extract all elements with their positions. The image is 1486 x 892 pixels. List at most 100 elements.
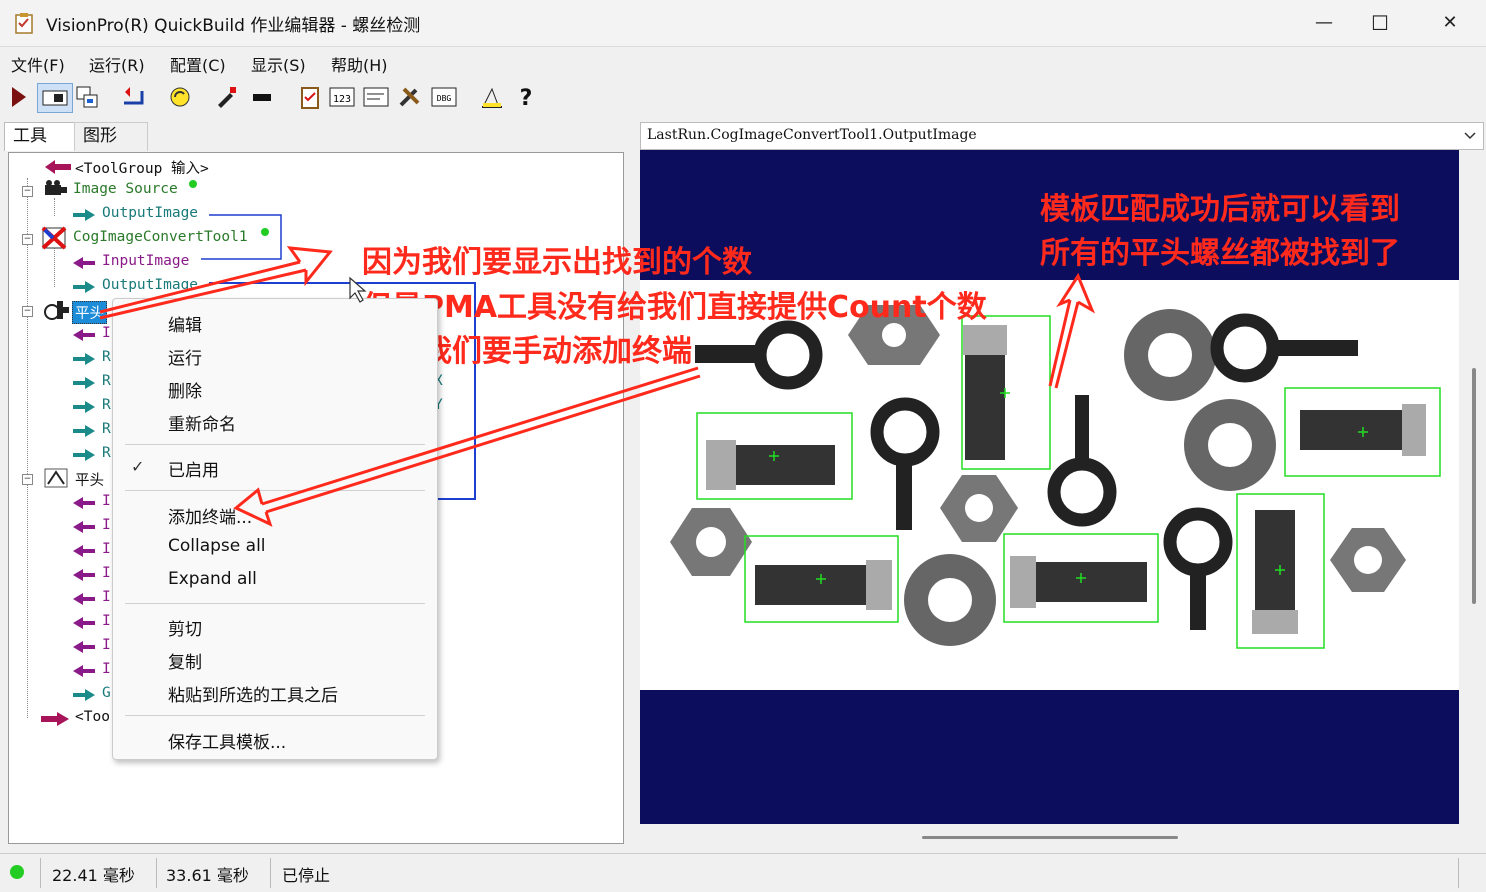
output-arrow-icon bbox=[73, 449, 95, 461]
group-input-arrow-icon bbox=[45, 160, 71, 174]
status-time-last-run: 22.41 毫秒 bbox=[52, 866, 135, 885]
toolbar-tools-icon[interactable] bbox=[396, 83, 424, 111]
toolbar-123-icon[interactable]: 123 bbox=[328, 83, 356, 111]
menu-config[interactable]: 配置(C) bbox=[170, 52, 226, 76]
tree-node-child[interactable]: R bbox=[102, 349, 111, 365]
tree-node-child[interactable]: I bbox=[102, 493, 111, 509]
status-separator bbox=[40, 858, 41, 888]
horizontal-scrollbar[interactable] bbox=[922, 836, 1178, 839]
toolbar-copy-icon[interactable] bbox=[73, 83, 101, 111]
tree-node-child[interactable]: I bbox=[102, 541, 111, 557]
tree-node-input-image[interactable]: InputImage bbox=[102, 253, 189, 269]
menu-file[interactable]: 文件(F) bbox=[11, 52, 65, 76]
tab-graphics[interactable]: 图形 bbox=[74, 122, 148, 151]
tree-node-child[interactable]: G bbox=[102, 685, 111, 701]
toolbar-refresh-icon[interactable] bbox=[166, 83, 194, 111]
convert-tool-icon bbox=[41, 226, 67, 250]
tree-node-child[interactable]: R bbox=[102, 421, 111, 437]
status-separator bbox=[270, 858, 271, 888]
menu-item-edit[interactable]: 编辑 bbox=[168, 311, 202, 336]
output-arrow-icon bbox=[73, 401, 95, 413]
toolbar-form-icon[interactable] bbox=[362, 83, 390, 111]
tree-node-group-output[interactable]: <Too bbox=[75, 709, 110, 725]
menu-item-expand-all[interactable]: Expand all bbox=[168, 569, 257, 589]
input-arrow-icon bbox=[73, 521, 95, 533]
toolbar-dbg-text: DBG bbox=[437, 94, 452, 103]
flat-head-tool-icon bbox=[44, 468, 68, 488]
run-icon[interactable] bbox=[4, 83, 32, 111]
menu-separator bbox=[125, 603, 425, 604]
tree-node-image-source[interactable]: Image Source bbox=[73, 181, 178, 197]
maximize-button[interactable]: ☐ bbox=[1352, 8, 1408, 38]
status-time-total: 33.61 毫秒 bbox=[166, 866, 249, 885]
tree-node-group-input[interactable]: <ToolGroup 输入> bbox=[75, 157, 209, 178]
title-bar: VisionPro(R) QuickBuild 作业编辑器 - 螺丝检测 — ☐… bbox=[0, 0, 1486, 46]
pma-tool-icon bbox=[44, 301, 69, 320]
image-selector-dropdown[interactable]: LastRun.CogImageConvertTool1.OutputImage bbox=[640, 122, 1484, 150]
menu-item-collapse-all[interactable]: Collapse all bbox=[168, 536, 266, 556]
chevron-down-icon bbox=[1464, 132, 1476, 140]
output-arrow-icon bbox=[73, 425, 95, 437]
inspection-image bbox=[640, 280, 1459, 690]
tree-node-child[interactable]: R bbox=[102, 397, 111, 413]
status-indicator bbox=[10, 865, 24, 879]
toolbar-image-icon[interactable] bbox=[37, 83, 73, 113]
menu-bar: 文件(F) 运行(R) 配置(C) 显示(S) 帮助(H) bbox=[0, 46, 1486, 78]
toolbar-123-text: 123 bbox=[333, 94, 351, 105]
tree-node-child[interactable]: I bbox=[102, 637, 111, 653]
collapse-toggle[interactable]: − bbox=[22, 234, 33, 245]
status-run-state: 已停止 bbox=[282, 866, 331, 885]
toolbar-measure-icon[interactable] bbox=[478, 83, 506, 111]
menu-item-cut[interactable]: 剪切 bbox=[168, 615, 202, 640]
output-arrow-icon bbox=[73, 353, 95, 365]
toolbar-pen-icon[interactable] bbox=[212, 83, 240, 111]
minimize-button[interactable]: — bbox=[1296, 8, 1352, 38]
input-arrow-icon bbox=[73, 665, 95, 677]
menu-run[interactable]: 运行(R) bbox=[89, 52, 145, 76]
menu-item-copy[interactable]: 复制 bbox=[168, 648, 202, 673]
toolbar-link-icon[interactable] bbox=[248, 83, 276, 111]
tree-node-child[interactable]: I bbox=[102, 325, 111, 341]
context-menu: 编辑 运行 删除 重新命名 ✓ 已启用 添加终端... Collapse all… bbox=[112, 298, 438, 760]
tree-node-child[interactable]: I bbox=[102, 517, 111, 533]
tree-node-child[interactable]: I bbox=[102, 589, 111, 605]
menu-item-delete[interactable]: 删除 bbox=[168, 377, 202, 402]
tab-tools[interactable]: 工具 bbox=[4, 122, 80, 151]
tree-node-child[interactable]: I bbox=[102, 565, 111, 581]
tree-node-flat-head[interactable]: 平头 bbox=[75, 469, 104, 490]
menu-view[interactable]: 显示(S) bbox=[251, 52, 306, 76]
menu-help[interactable]: 帮助(H) bbox=[331, 52, 388, 76]
annotation-text: 因为我们要显示出找到的个数 bbox=[362, 245, 752, 280]
collapse-toggle[interactable]: − bbox=[22, 186, 33, 197]
toolbar-import-icon[interactable] bbox=[120, 83, 148, 111]
tree-node-child[interactable]: I bbox=[102, 613, 111, 629]
tree-node-output-image[interactable]: OutputImage bbox=[102, 205, 198, 221]
menu-item-run[interactable]: 运行 bbox=[168, 344, 202, 369]
group-output-arrow-icon bbox=[41, 712, 69, 726]
tree-node-output-image-2[interactable]: OutputImage bbox=[102, 277, 198, 293]
close-button[interactable]: ✕ bbox=[1422, 8, 1478, 38]
tree-node-child[interactable]: R bbox=[102, 373, 111, 389]
toolbar-clipboard-icon[interactable] bbox=[296, 83, 324, 111]
toolbar: 123 DBG ? bbox=[0, 77, 1486, 117]
menu-item-add-terminal[interactable]: 添加终端... bbox=[168, 503, 252, 528]
menu-item-enabled[interactable]: 已启用 bbox=[168, 456, 219, 481]
input-arrow-icon bbox=[73, 257, 95, 269]
input-arrow-icon bbox=[73, 329, 95, 341]
menu-item-paste-after[interactable]: 粘贴到所选的工具之后 bbox=[168, 681, 338, 706]
tree-node-pma-tool[interactable]: 平头 bbox=[72, 301, 107, 324]
tree-node-child[interactable]: I bbox=[102, 661, 111, 677]
vertical-scrollbar[interactable] bbox=[1472, 368, 1476, 604]
input-arrow-icon bbox=[73, 497, 95, 509]
input-arrow-icon bbox=[73, 569, 95, 581]
help-icon[interactable]: ? bbox=[512, 83, 540, 111]
menu-item-rename[interactable]: 重新命名 bbox=[168, 410, 236, 435]
status-separator bbox=[156, 858, 157, 888]
tree-node-child[interactable]: R bbox=[102, 445, 111, 461]
check-icon: ✓ bbox=[131, 457, 145, 476]
menu-item-save-template[interactable]: 保存工具模板... bbox=[168, 728, 286, 753]
collapse-toggle[interactable]: − bbox=[22, 306, 33, 317]
collapse-toggle[interactable]: − bbox=[22, 474, 33, 485]
toolbar-dbg-icon[interactable]: DBG bbox=[430, 83, 458, 111]
output-arrow-icon bbox=[73, 689, 95, 701]
